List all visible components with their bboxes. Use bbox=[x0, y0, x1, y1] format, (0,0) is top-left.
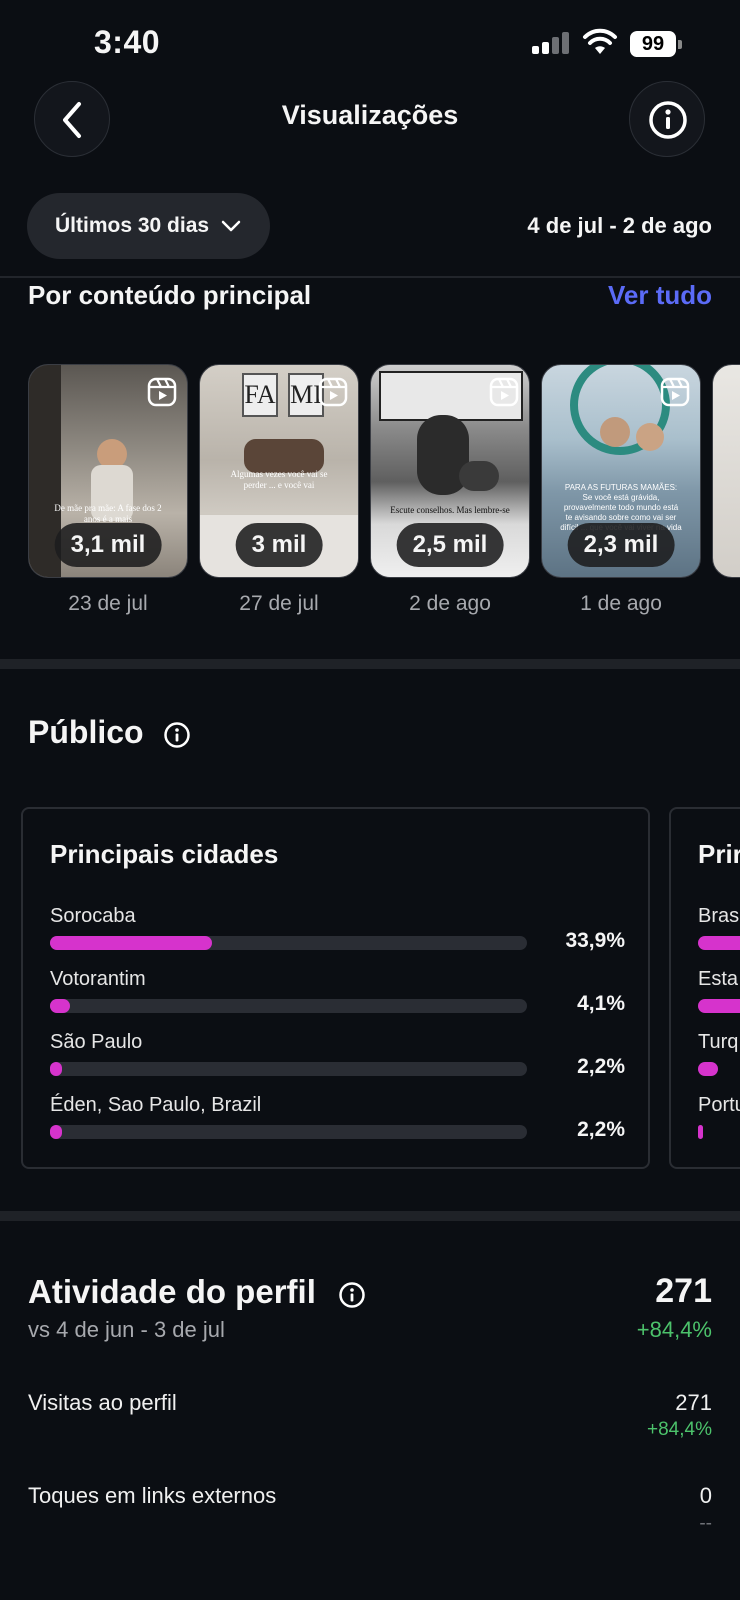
bar-fill bbox=[50, 1125, 62, 1139]
bar-fill bbox=[50, 1062, 62, 1076]
country-name: Esta bbox=[698, 968, 739, 990]
city-percent: 2,2% bbox=[577, 1055, 625, 1078]
content-thumbnail[interactable]: De mãe pra mãe: A fase dos 2 anos é a ma… bbox=[28, 364, 188, 578]
divider bbox=[0, 276, 740, 278]
bar-fill bbox=[50, 936, 212, 950]
cellular-signal-icon bbox=[532, 32, 572, 54]
info-icon[interactable] bbox=[338, 1281, 366, 1309]
comparison-period: vs 4 de jun - 3 de jul bbox=[28, 1317, 225, 1342]
progress-bar bbox=[50, 999, 527, 1013]
date-range: 4 de jul - 2 de ago bbox=[527, 213, 712, 238]
view-count: 3 mil bbox=[235, 523, 323, 567]
bar-fill bbox=[698, 999, 740, 1013]
activity-change: +84,4% bbox=[636, 1317, 712, 1342]
city-percent: 2,2% bbox=[577, 1118, 625, 1141]
battery-level: 99 bbox=[630, 31, 676, 57]
content-caption: Escute conselhos. Mas lembre-se bbox=[390, 505, 510, 515]
reel-icon bbox=[318, 377, 348, 407]
content-thumbnail[interactable]: Escute conselhos. Mas lembre-se 2,5 mil bbox=[370, 364, 530, 578]
country-name: Portu bbox=[698, 1094, 740, 1116]
city-percent: 4,1% bbox=[577, 992, 625, 1015]
content-thumbnail[interactable]: FA MI Algumas vezes você vai se perder .… bbox=[199, 364, 359, 578]
see-all-link[interactable]: Ver tudo bbox=[608, 280, 712, 311]
content-date: 23 de jul bbox=[68, 592, 148, 615]
status-time: 3:40 bbox=[94, 24, 161, 60]
content-date: 2 de ago bbox=[409, 592, 491, 615]
info-icon[interactable] bbox=[163, 721, 191, 749]
period-dropdown[interactable]: Últimos 30 dias bbox=[27, 193, 270, 259]
bar-fill bbox=[50, 999, 70, 1013]
chevron-down-icon bbox=[221, 220, 241, 232]
city-name: Éden, Sao Paulo, Brazil bbox=[50, 1094, 262, 1116]
progress-bar bbox=[50, 936, 527, 950]
card-title: Principais cidades bbox=[50, 839, 279, 869]
top-cities-card: Principais cidades Sorocaba 33,9% Votora… bbox=[21, 807, 650, 1169]
progress-bar bbox=[50, 1062, 527, 1076]
section-title-top-content: Por conteúdo principal bbox=[28, 280, 312, 310]
metric-label: Toques em links externos bbox=[28, 1483, 277, 1508]
section-divider bbox=[0, 659, 740, 669]
metric-change: -- bbox=[699, 1513, 712, 1534]
reel-icon bbox=[147, 377, 177, 407]
country-name: Turq bbox=[698, 1031, 739, 1053]
content-date: 27 de jul bbox=[239, 592, 319, 615]
view-count: 2,3 mil bbox=[567, 523, 675, 567]
card-title: Prir bbox=[698, 839, 740, 869]
reel-icon bbox=[660, 377, 690, 407]
city-row: São Paulo 2,2% bbox=[50, 1031, 625, 1089]
city-row: Votorantim 4,1% bbox=[50, 968, 625, 1026]
view-count: 3,1 mil bbox=[54, 523, 162, 567]
metric-change: +84,4% bbox=[647, 1419, 712, 1440]
city-percent: 33,9% bbox=[565, 929, 625, 952]
bar-fill bbox=[698, 1125, 703, 1139]
view-count: 2,5 mil bbox=[396, 523, 504, 567]
content-caption: Algumas vezes você vai se perder ... e v… bbox=[230, 469, 328, 490]
section-divider bbox=[0, 1211, 740, 1221]
progress-bar bbox=[50, 1125, 527, 1139]
wifi-icon bbox=[583, 28, 617, 54]
city-name: Votorantim bbox=[50, 968, 146, 990]
battery-icon: 99 bbox=[630, 31, 682, 57]
content-thumbnail-partial[interactable] bbox=[712, 364, 740, 578]
section-title-audience: Público bbox=[28, 714, 144, 750]
content-date: 1 de ago bbox=[580, 592, 662, 615]
section-title-profile-activity: Atividade do perfil bbox=[28, 1273, 316, 1310]
status-bar: 3:40 99 bbox=[0, 0, 740, 88]
info-button[interactable] bbox=[629, 81, 705, 157]
top-countries-card-partial: Prir Bras Esta Turq Portu bbox=[669, 807, 740, 1169]
bar-fill bbox=[698, 936, 740, 950]
city-row: Sorocaba 33,9% bbox=[50, 905, 625, 963]
metric-label: Visitas ao perfil bbox=[28, 1390, 177, 1415]
bar-fill bbox=[698, 1062, 718, 1076]
metric-value: 0 bbox=[699, 1483, 712, 1508]
reel-icon bbox=[489, 377, 519, 407]
content-caption: De mãe pra mãe: A fase dos 2 anos é a ma… bbox=[54, 503, 162, 524]
period-label: Últimos 30 dias bbox=[55, 214, 210, 237]
city-name: São Paulo bbox=[50, 1031, 143, 1053]
city-row: Éden, Sao Paulo, Brazil 2,2% bbox=[50, 1094, 625, 1152]
info-icon bbox=[649, 101, 687, 139]
country-name: Bras bbox=[698, 905, 740, 927]
city-name: Sorocaba bbox=[50, 905, 136, 927]
content-thumbnail[interactable]: PARA AS FUTURAS MAMÃES: Se você está grá… bbox=[541, 364, 701, 578]
metric-value: 271 bbox=[675, 1390, 712, 1415]
activity-total: 271 bbox=[655, 1272, 712, 1310]
